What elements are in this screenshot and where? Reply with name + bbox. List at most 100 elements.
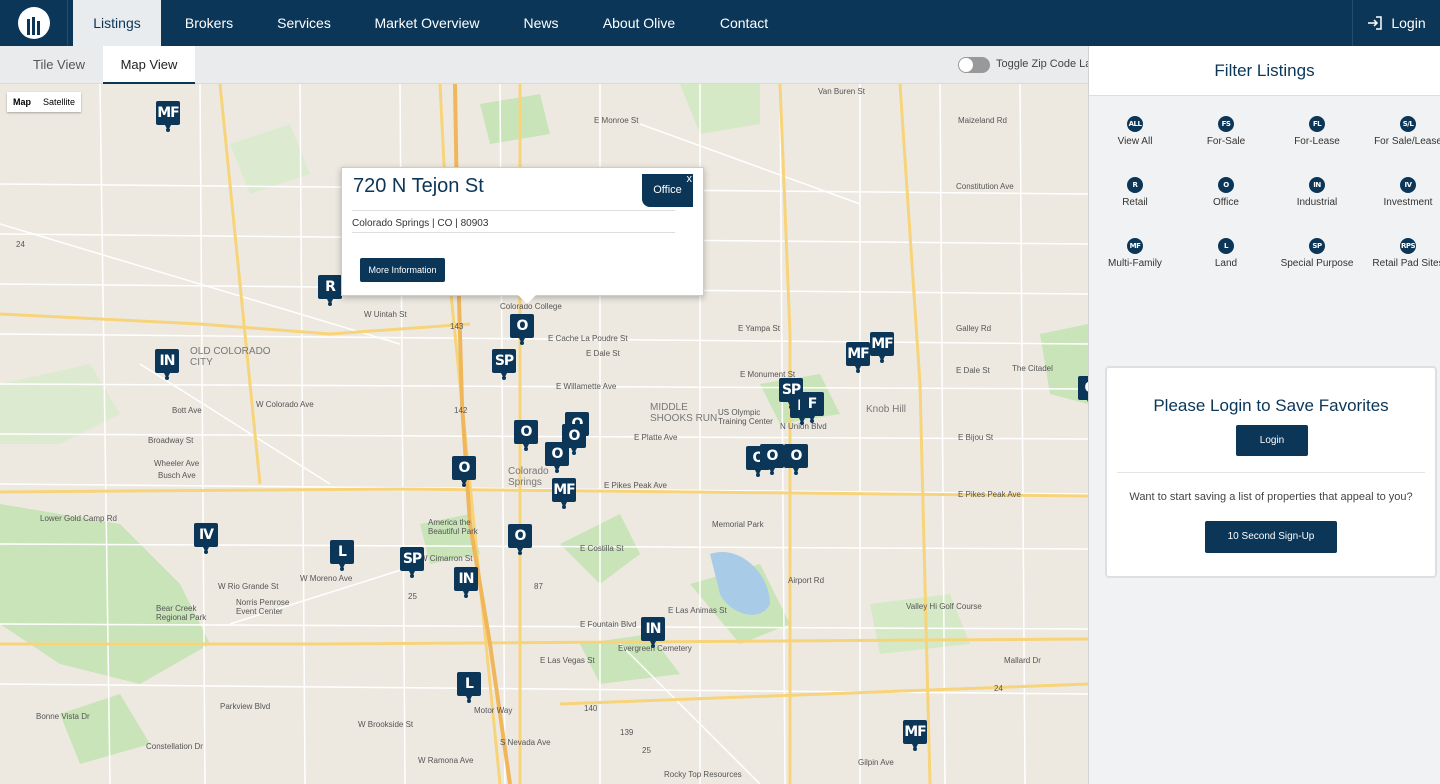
filter-land[interactable]: L Land	[1181, 238, 1271, 269]
map-type-map[interactable]: Map	[7, 92, 37, 112]
map-label-middle-shooks-run: MIDDLE SHOOKS RUN	[650, 402, 718, 424]
map-label-valley-hi: Valley Hi Golf Course	[906, 602, 982, 611]
filter-retail[interactable]: R Retail	[1090, 177, 1180, 208]
login-label: Login	[1391, 15, 1426, 31]
popup-divider	[352, 232, 675, 233]
map-label-s-nevada: S Nevada Ave	[500, 738, 551, 747]
hwy-25-south: 25	[642, 746, 651, 755]
map-label-galley: Galley Rd	[956, 324, 992, 333]
map-label-van-buren: Van Buren St	[818, 87, 865, 96]
map-label-dale-east: E Dale St	[956, 366, 990, 375]
nav-contact[interactable]: Contact	[706, 0, 782, 46]
hwy-142: 142	[454, 406, 468, 415]
map-marker[interactable]: IN	[641, 617, 665, 648]
map-marker[interactable]: O	[514, 420, 538, 451]
filter-for-lease[interactable]: FL For-Lease	[1272, 116, 1362, 147]
favorites-divider	[1117, 472, 1425, 473]
map-label-e-platte: E Platte Ave	[634, 433, 678, 442]
view-tabs-bar: Tile View Map View Toggle Zip Code La	[0, 46, 1088, 84]
more-information-button[interactable]: More Information	[360, 258, 445, 282]
nav-listings[interactable]: Listings	[73, 0, 161, 46]
map-marker[interactable]: MF	[870, 332, 894, 363]
map-marker[interactable]: O	[452, 456, 476, 487]
filter-office[interactable]: O Office	[1181, 177, 1271, 208]
login-icon	[1368, 16, 1383, 30]
map-label-willamette: E Willamette Ave	[556, 382, 617, 391]
nav-services[interactable]: Services	[262, 0, 346, 46]
map-label-e-fountain: E Fountain Blvd	[580, 620, 637, 629]
popup-close-icon[interactable]: x	[687, 173, 693, 185]
olive-logo[interactable]	[0, 0, 68, 46]
map-label-cache-la-poudre: E Cache La Poudre St	[548, 334, 628, 343]
map-label-e-las-animas: E Las Animas St	[668, 606, 727, 615]
nav-market-overview[interactable]: Market Overview	[360, 0, 494, 46]
listings-map[interactable]: Map Satellite OLD COLORADO CITY MIDDLE S…	[0, 84, 1088, 784]
nav-about-olive[interactable]: About Olive	[590, 0, 688, 46]
map-label-w-moreno: W Moreno Ave	[300, 574, 353, 583]
map-label-constitution: Constitution Ave	[956, 182, 1014, 191]
signup-button[interactable]: 10 Second Sign-Up	[1205, 521, 1337, 553]
login-button[interactable]: Login	[1352, 0, 1440, 46]
favorites-login-box: Please Login to Save Favorites Login Wan…	[1105, 366, 1437, 578]
map-marker[interactable]: IN	[155, 349, 179, 380]
map-marker[interactable]: SP	[492, 349, 516, 380]
map-marker[interactable]: L	[457, 672, 481, 703]
map-label-lower-gold-camp: Lower Gold Camp Rd	[40, 514, 117, 523]
map-label-e-pikes-peak: E Pikes Peak Ave	[604, 481, 667, 490]
map-label-maizeland: Maizeland Rd	[958, 116, 1007, 125]
favorites-title: Please Login to Save Favorites	[1153, 396, 1389, 415]
map-marker[interactable]: MF	[156, 101, 180, 132]
map-marker[interactable]: IV	[194, 523, 218, 554]
map-marker[interactable]: MF	[552, 478, 576, 509]
filter-view-all[interactable]: ALL View All	[1090, 116, 1180, 147]
map-marker[interactable]: O	[784, 444, 808, 475]
tab-tile-view[interactable]: Tile View	[18, 46, 100, 84]
map-marker[interactable]: F	[800, 392, 824, 423]
tab-map-view[interactable]: Map View	[103, 46, 195, 84]
map-label-norris-penrose: Norris Penrose Event Center	[236, 598, 290, 616]
map-label-airport: Airport Rd	[788, 576, 825, 585]
favorites-login-button[interactable]: Login	[1236, 425, 1308, 456]
map-label-w-rio-grande: W Rio Grande St	[218, 582, 279, 591]
popup-divider	[352, 210, 675, 211]
map-marker[interactable]: MF	[903, 720, 927, 751]
map-type-satellite[interactable]: Satellite	[37, 92, 81, 112]
filter-for-sale[interactable]: FS For-Sale	[1181, 116, 1271, 147]
map-label-e-costilla: E Costilla St	[580, 544, 624, 553]
map-marker[interactable]: O	[508, 524, 532, 555]
filter-for-sale-lease[interactable]: S/L For Sale/Lease	[1363, 116, 1440, 147]
hwy-24-west: 24	[16, 240, 25, 249]
map-label-parkview: Parkview Blvd	[220, 702, 271, 711]
filter-retail-pad-sites[interactable]: RPS Retail Pad Sites	[1363, 238, 1440, 269]
nav-brokers[interactable]: Brokers	[168, 0, 250, 46]
map-marker[interactable]: L	[330, 540, 354, 571]
filter-industrial[interactable]: IN Industrial	[1272, 177, 1362, 208]
map-marker[interactable]: IN	[454, 567, 478, 598]
hwy-140: 140	[584, 704, 598, 713]
map-label-e-bijou: E Bijou St	[958, 433, 994, 442]
filter-special-purpose[interactable]: SP Special Purpose	[1272, 238, 1362, 269]
map-label-yampa: E Yampa St	[738, 324, 780, 333]
filter-listings-title: Filter Listings	[1089, 46, 1440, 96]
map-label-america-beautiful: America the Beautiful Park	[428, 518, 478, 536]
filter-multi-family[interactable]: MF Multi-Family	[1090, 238, 1180, 269]
zip-code-toggle[interactable]	[958, 57, 990, 73]
map-marker[interactable]: SP	[400, 547, 424, 578]
map-marker[interactable]: O	[1078, 376, 1088, 406]
map-marker[interactable]: O	[760, 444, 784, 475]
hwy-139: 139	[620, 728, 634, 737]
filter-investment[interactable]: IV Investment	[1363, 177, 1440, 208]
map-marker[interactable]: O	[545, 442, 569, 473]
listing-popup: 720 N Tejon St Office x Colorado Springs…	[341, 167, 704, 304]
map-marker[interactable]: MF	[846, 342, 870, 373]
map-label-busch: Busch Ave	[158, 471, 196, 480]
map-label-the-citadel: The Citadel	[1012, 364, 1053, 373]
map-label-constellation: Constellation Dr	[146, 742, 203, 751]
filter-sidebar: Filter Listings ALL View All FS For-Sale F…	[1088, 46, 1440, 784]
hwy-143: 143	[450, 322, 464, 331]
map-marker[interactable]: R	[318, 275, 342, 306]
map-label-e-las-vegas: E Las Vegas St	[540, 656, 595, 665]
map-marker[interactable]: O	[510, 314, 534, 345]
nav-news[interactable]: News	[510, 0, 572, 46]
popup-title[interactable]: 720 N Tejon St	[353, 175, 484, 198]
